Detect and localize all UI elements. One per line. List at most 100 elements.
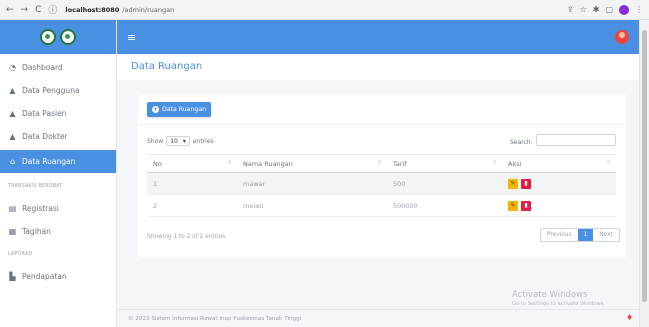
entries-label: entries xyxy=(192,137,214,145)
flame-icon: ♦ xyxy=(626,313,634,322)
table-row: 1 mawar 500 ✎ ▮ xyxy=(147,172,616,195)
table-row: 2 melati 500000 ✎ ▮ xyxy=(147,194,616,217)
search-input[interactable] xyxy=(536,134,616,146)
page-title: Data Ruangan xyxy=(131,61,203,72)
sidebar-item-dashboard[interactable]: ◔ Dashboard xyxy=(0,56,116,79)
entries-value: 10 xyxy=(170,137,178,145)
menu-icon[interactable]: ⋮ xyxy=(635,5,643,14)
trash-icon: ▮ xyxy=(524,201,528,209)
page-scrollbar[interactable] xyxy=(639,20,649,327)
reload-icon[interactable]: C xyxy=(35,5,41,15)
card-divider xyxy=(138,124,626,125)
window-icon[interactable]: ▢ xyxy=(605,5,613,14)
entries-select[interactable]: 10 ▾ xyxy=(166,136,190,146)
edit-button[interactable]: ✎ xyxy=(508,178,518,189)
ruangan-card: + Data Ruangan Show 10 ▾ entries Search:… xyxy=(138,94,626,258)
site-info-icon[interactable]: ⓘ xyxy=(48,3,57,16)
previous-page-button[interactable]: Previous xyxy=(541,229,578,241)
next-page-button[interactable]: Next xyxy=(593,229,619,241)
delete-button[interactable]: ▮ xyxy=(521,200,531,211)
pencil-icon: ✎ xyxy=(510,201,516,209)
cell-nama-ruangan: mawar xyxy=(237,172,387,195)
user-icon: ▲ xyxy=(9,86,16,95)
sidebar-heading-transaksi: TRANSAKSI BEROBAT xyxy=(8,183,63,189)
star-icon[interactable]: ☆ xyxy=(580,5,587,14)
sort-icon: ⇅ xyxy=(492,160,497,166)
footer-copyright: © 2023 Sistem Informasi Rawat Inap Puske… xyxy=(128,316,302,322)
sidebar-item-label: Dashboard xyxy=(22,63,63,72)
logo-emblem-left xyxy=(40,29,56,45)
browser-toolbar: ← → C ⓘ localhost:8080/admin/ruangan ⇪ ☆… xyxy=(0,0,649,20)
sidebar-item-pendapatan[interactable]: ▙ Pendapatan xyxy=(0,265,116,288)
column-header-no[interactable]: No ⇅ xyxy=(147,154,237,173)
url-path: /admin/ruangan xyxy=(122,5,175,14)
add-ruangan-button[interactable]: + Data Ruangan xyxy=(147,102,212,117)
browser-nav: ← → C ⓘ xyxy=(6,3,57,17)
share-icon[interactable]: ⇪ xyxy=(567,5,574,14)
column-header-nama-ruangan[interactable]: Nama Ruangan ⇅ xyxy=(237,154,387,173)
sort-icon: ⇅ xyxy=(377,160,382,166)
sidebar-menu: ◔ Dashboard ▲ Data Pengguna ▲ Data Pasie… xyxy=(0,54,116,288)
app-logo[interactable] xyxy=(0,20,116,54)
watermark-line-2: Go to Settings to activate Windows. xyxy=(512,301,605,307)
home-icon: ⌂ xyxy=(9,157,16,166)
column-header-aksi[interactable]: Aksi ⇅ xyxy=(502,154,616,173)
trash-icon: ▮ xyxy=(524,179,528,187)
chart-icon: ▙ xyxy=(9,272,16,281)
forward-icon[interactable]: → xyxy=(21,5,29,15)
column-header-tarif[interactable]: Tarif ⇅ xyxy=(387,154,502,173)
delete-button[interactable]: ▮ xyxy=(521,178,531,189)
sidebar-item-label: Data Ruangan xyxy=(22,157,76,166)
url-host: localhost:8080 xyxy=(65,5,120,14)
page-footer: © 2023 Sistem Informasi Rawat Inap Puske… xyxy=(117,309,639,327)
back-icon[interactable]: ← xyxy=(6,5,14,15)
table-info: Showing 1 to 2 of 2 entries xyxy=(147,234,226,240)
plus-circle-icon: + xyxy=(152,106,159,113)
add-ruangan-label: Data Ruangan xyxy=(162,106,207,113)
cell-aksi: ✎ ▮ xyxy=(502,172,616,195)
invoice-icon: ▦ xyxy=(8,227,17,236)
table-header-row: No ⇅ Nama Ruangan ⇅ Tarif ⇅ Aksi ⇅ xyxy=(147,154,616,173)
register-icon: ▤ xyxy=(8,204,17,213)
sidebar-item-data-dokter[interactable]: ▲ Data Dokter xyxy=(0,125,116,148)
profile-icon[interactable] xyxy=(619,4,629,15)
hamburger-icon[interactable]: ≡ xyxy=(127,31,136,44)
sidebar-heading-laporan: LAPORAN xyxy=(8,251,33,257)
user-icon: ▲ xyxy=(9,132,16,141)
sidebar-item-label: Pendapatan xyxy=(22,272,67,281)
watermark-line-1: Activate Windows xyxy=(512,290,588,300)
sort-icon: ⇅ xyxy=(606,160,611,166)
page-header: Data Ruangan xyxy=(117,54,639,80)
cell-tarif: 500000 xyxy=(387,194,502,217)
entries-length-control: Show 10 ▾ entries xyxy=(147,136,214,146)
row-actions: ✎ ▮ xyxy=(508,200,616,211)
user-icon: ▲ xyxy=(9,109,16,118)
extensions-icon[interactable]: ✱ xyxy=(593,5,600,14)
search-label: Search: xyxy=(510,139,533,146)
address-bar[interactable]: localhost:8080/admin/ruangan xyxy=(65,6,174,14)
edit-button[interactable]: ✎ xyxy=(508,200,518,211)
sidebar-item-label: Registrasi xyxy=(22,204,59,213)
pagination: Previous 1 Next xyxy=(540,228,620,242)
cell-no: 2 xyxy=(147,194,237,217)
page-1-button[interactable]: 1 xyxy=(577,229,594,241)
scrollbar-thumb[interactable] xyxy=(642,30,647,302)
sidebar-item-registrasi[interactable]: ▤ Registrasi xyxy=(0,197,116,220)
sort-icon: ⇅ xyxy=(227,160,232,166)
user-avatar-icon[interactable] xyxy=(615,30,629,44)
logo-emblem-right xyxy=(60,29,76,45)
sidebar-item-label: Data Pasien xyxy=(22,109,67,118)
show-label: Show xyxy=(147,137,164,145)
sidebar-item-data-ruangan[interactable]: ⌂ Data Ruangan xyxy=(0,150,116,173)
cell-no: 1 xyxy=(147,172,237,195)
sidebar-item-tagihan[interactable]: ▦ Tagihan xyxy=(0,220,116,243)
sidebar-item-label: Data Pengguna xyxy=(22,86,80,95)
dashboard-icon: ◔ xyxy=(9,63,16,72)
sidebar: ◔ Dashboard ▲ Data Pengguna ▲ Data Pasie… xyxy=(0,20,117,327)
sidebar-item-data-pasien[interactable]: ▲ Data Pasien xyxy=(0,102,116,125)
top-navbar: ≡ xyxy=(117,20,639,54)
cell-tarif: 500 xyxy=(387,172,502,195)
browser-actions: ⇪ ☆ ✱ ▢ ⋮ xyxy=(567,4,643,15)
sidebar-item-data-pengguna[interactable]: ▲ Data Pengguna xyxy=(0,79,116,102)
chevron-down-icon: ▾ xyxy=(182,137,186,145)
